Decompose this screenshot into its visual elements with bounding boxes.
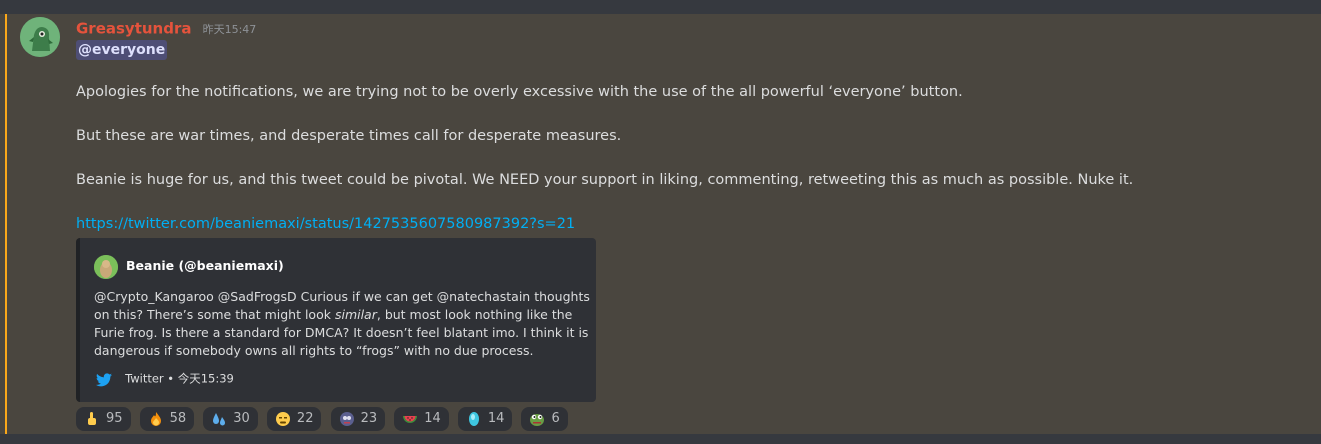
timestamp[interactable]: 昨天15:47 (203, 23, 257, 36)
tweet-embed: Beanie (@beaniemaxi) @Crypto_Kangaroo @S… (76, 238, 596, 402)
reaction-blue-gem[interactable]: 14 (457, 407, 513, 431)
reaction-count: 6 (551, 411, 560, 426)
reaction-fire[interactable]: 58 (139, 407, 195, 431)
everyone-mention[interactable]: @everyone (76, 40, 168, 60)
watermelon-emoji-icon (402, 411, 418, 427)
tweet-link[interactable]: https://twitter.com/beaniemaxi/status/14… (76, 216, 575, 232)
blue-gem-emoji-icon (466, 411, 482, 427)
sweat-drops-emoji-icon (211, 411, 227, 427)
custom-frog-emoji-icon (339, 411, 355, 427)
top-bar (0, 0, 1321, 14)
reaction-sweat-drops[interactable]: 30 (203, 407, 258, 431)
embed-author-name[interactable]: Beanie (@beaniemaxi) (126, 258, 284, 273)
reaction-count: 22 (296, 411, 314, 426)
reaction-count: 14 (487, 411, 505, 426)
avatar[interactable] (20, 17, 60, 57)
message[interactable]: Greasytundra 昨天15:47 @everyone Apologies… (0, 14, 1321, 434)
fire-emoji-icon (148, 411, 164, 427)
reaction-point-up[interactable]: 95 (76, 407, 131, 431)
embed-author-avatar[interactable] (94, 255, 118, 279)
reaction-count: 58 (169, 411, 187, 426)
reaction-custom-frog[interactable]: 23 (330, 407, 386, 431)
author-name[interactable]: Greasytundra (76, 20, 192, 38)
angry-face-emoji-icon (275, 411, 291, 427)
reaction-count: 95 (106, 411, 123, 426)
embed-footer-text: Twitter • 今天15:39 (125, 371, 234, 386)
embed-footer: Twitter • 今天15:39 (96, 368, 234, 386)
reaction-pepe-frog[interactable]: 6 (521, 407, 568, 431)
twitter-icon (96, 372, 112, 386)
point-up-emoji-icon (84, 411, 100, 427)
mention-highlight-bar (5, 14, 7, 434)
reaction-watermelon[interactable]: 14 (394, 407, 449, 431)
embed-description: @Crypto_Kangaroo @SadFrogsD Curious if w… (94, 288, 590, 360)
reactions-bar: 95 58 30 22 23 14 14 6 (76, 407, 572, 433)
reaction-angry-face[interactable]: 22 (266, 407, 322, 431)
message-paragraph: Apologies for the notifications, we are … (76, 84, 963, 100)
message-paragraph: But these are war times, and desperate t… (76, 128, 622, 144)
message-paragraph: Beanie is huge for us, and this tweet co… (76, 172, 1134, 188)
message-header: Greasytundra 昨天15:47 (76, 18, 256, 38)
bottom-bar (0, 434, 1321, 444)
embed-desc-italic: similar (334, 307, 377, 322)
reaction-count: 23 (360, 411, 378, 426)
reaction-count: 14 (424, 411, 441, 426)
pepe-frog-emoji-icon (529, 411, 545, 427)
reaction-count: 30 (233, 411, 250, 426)
